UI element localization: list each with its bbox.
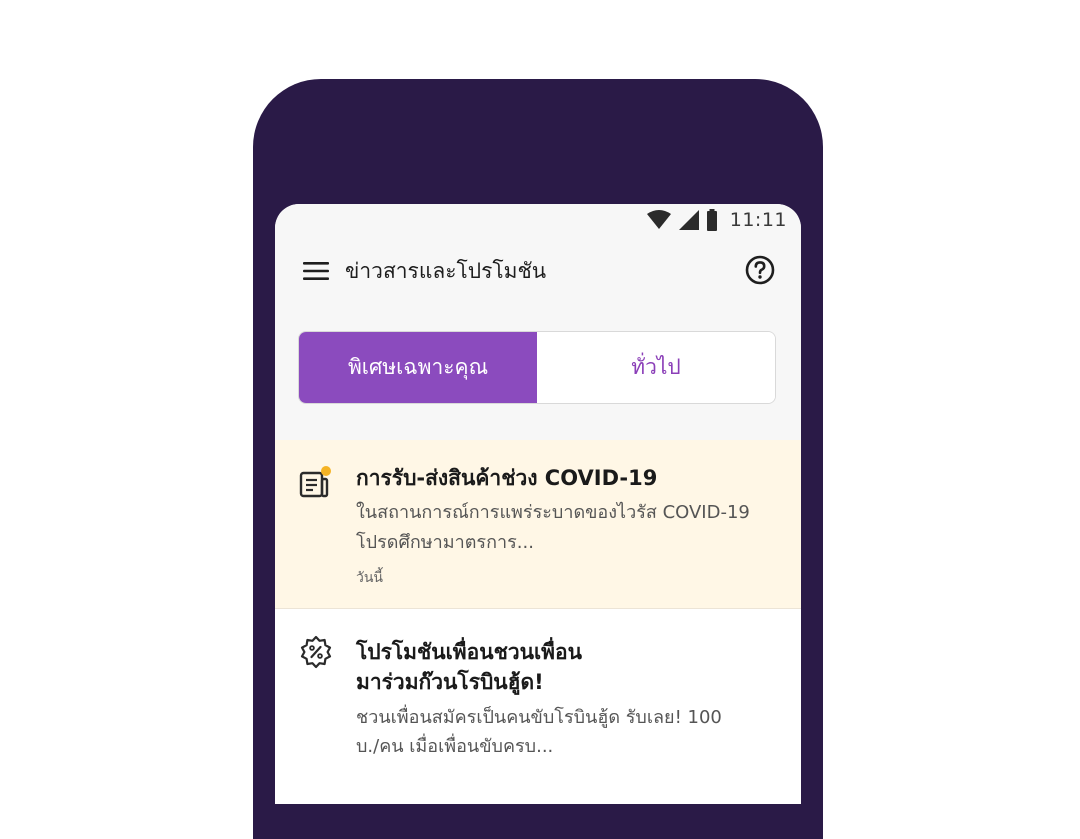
news-document-icon [299,466,331,498]
tabs-area: พิเศษเฉพาะคุณ ทั่วไป [275,306,801,440]
signal-icon [678,210,699,230]
unread-dot [321,466,331,476]
news-date: วันนี้ [356,570,384,586]
segmented-tabs: พิเศษเฉพาะคุณ ทั่วไป [298,331,776,404]
status-time: 11:11 [729,209,787,231]
hamburger-menu-icon [303,262,329,280]
page-title: ข่าวสารและโปรโมชัน [345,259,547,283]
help-button[interactable] [743,253,777,287]
news-body-line1: ในสถานการณ์การแพร่ระบาดของไวรัส COVID-19 [356,502,750,523]
help-circle-icon [745,255,775,285]
app-bar: ข่าวสารและโปรโมชัน [275,236,801,306]
app-screen: 11:11 ข่าวสารและโปรโมชัน พิเศษเฉพาะคุณ ท… [275,204,801,804]
news-title: การรับ-ส่งสินค้าช่วง COVID-19 [356,466,658,490]
discount-badge-icon [300,635,332,669]
status-icons: 11:11 [646,208,787,232]
tab-general[interactable]: ทั่วไป [537,332,775,403]
menu-button[interactable] [301,256,331,286]
wifi-icon [646,210,671,229]
news-title-line2: มาร่วมก๊วนโรบินฮู้ด! [356,670,544,694]
news-body-line1: ชวนเพื่อนสมัครเป็นคนขับโรบินฮู้ด รับเลย!… [356,707,722,728]
news-item[interactable]: การรับ-ส่งสินค้าช่วง COVID-19 ในสถานการณ… [275,440,801,609]
status-bar: 11:11 [275,204,801,236]
news-body-line2: บ./คน เมื่อเพื่อนขับครบ... [356,736,554,757]
battery-icon [706,209,717,231]
news-item[interactable]: โปรโมชันเพื่อนชวนเพื่อน มาร่วมก๊วนโรบินฮ… [275,609,801,804]
news-body-line2: โปรดศึกษามาตรการ... [356,532,534,553]
news-title-line1: โปรโมชันเพื่อนชวนเพื่อน [356,640,582,664]
tab-exclusive[interactable]: พิเศษเฉพาะคุณ [299,332,537,403]
